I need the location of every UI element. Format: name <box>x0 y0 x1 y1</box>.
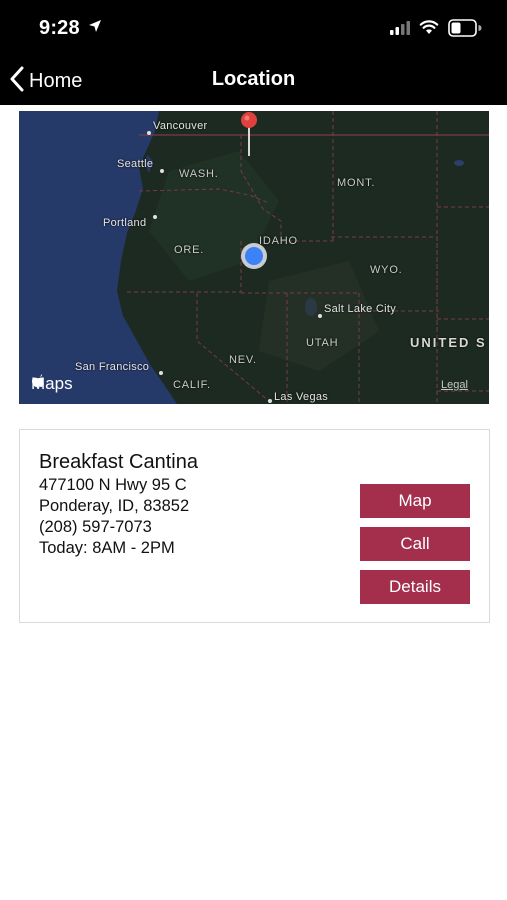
cellular-signal-icon <box>390 21 412 40</box>
map-label-nev: NEV. <box>229 354 257 366</box>
map-view[interactable]: Vancouver Seattle WASH. MONT. Portland O… <box>19 111 489 404</box>
status-bar: 9:28 <box>0 0 507 58</box>
legal-link[interactable]: Legal <box>441 379 468 391</box>
location-arrow-icon <box>88 19 102 38</box>
business-name: Breakfast Cantina <box>39 451 198 473</box>
location-card: Breakfast Cantina 477100 N Hwy 95 C Pond… <box>19 429 490 623</box>
maps-logo: Maps <box>31 374 73 394</box>
map-button[interactable]: Map <box>360 484 470 518</box>
map-label-ore: ORE. <box>174 244 205 256</box>
map-label-seattle: Seattle <box>117 158 154 170</box>
map-label-calif: CALIF. <box>173 379 211 391</box>
navigation-bar: Home Location <box>0 58 507 105</box>
map-label-mont: MONT. <box>337 177 376 189</box>
map-label-salt-lake-city: Salt Lake City <box>324 303 397 315</box>
map-label-wash: WASH. <box>179 168 219 180</box>
map-label-san-francisco: San Francisco <box>75 361 150 373</box>
hours-today: Today: 8AM - 2PM <box>39 539 175 557</box>
call-button[interactable]: Call <box>360 527 470 561</box>
address-line-1: 477100 N Hwy 95 C <box>39 476 187 494</box>
map-label-las-vegas: Las Vegas <box>274 391 329 403</box>
map-label-portland: Portland <box>103 217 147 229</box>
phone-number: (208) 597-7073 <box>39 518 152 536</box>
map-label-united-states: UNITED S <box>410 335 487 350</box>
map-label-utah: UTAH <box>306 337 339 349</box>
status-time: 9:28 <box>39 17 80 39</box>
map-label-vancouver: Vancouver <box>153 120 208 132</box>
address-line-2: Ponderay, ID, 83852 <box>39 497 190 515</box>
map-label-wyo: WYO. <box>370 264 403 276</box>
battery-icon <box>448 19 482 42</box>
page-title: Location <box>211 68 296 90</box>
details-button[interactable]: Details <box>360 570 470 604</box>
wifi-icon <box>419 19 439 40</box>
